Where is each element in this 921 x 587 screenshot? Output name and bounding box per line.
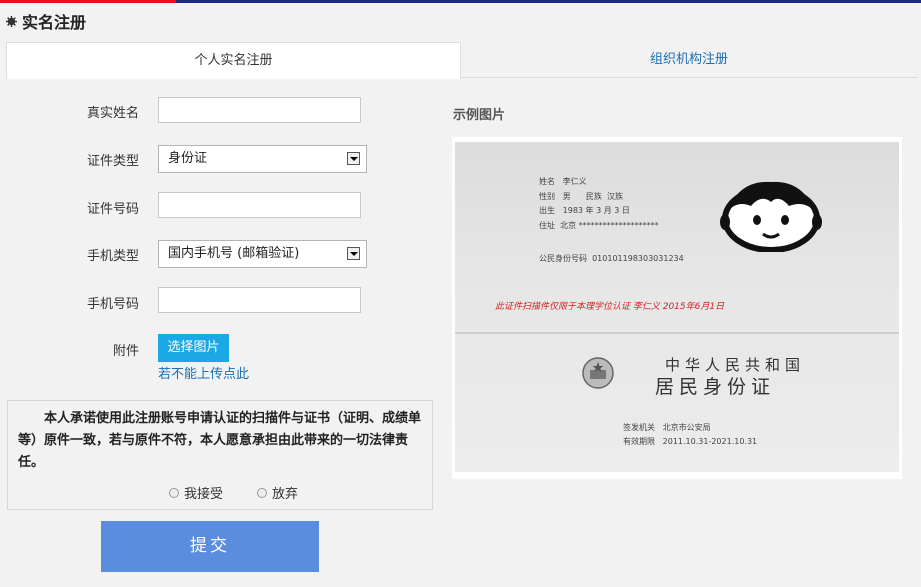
- card-birth-label: 出生: [539, 206, 555, 215]
- registration-tabs: 个人实名注册 组织机构注册: [6, 42, 918, 79]
- phone-type-selected-value: 国内手机号 (邮箱验证): [168, 246, 300, 261]
- id-number-input[interactable]: [158, 192, 361, 218]
- card-id-value: 010101198303031234: [592, 254, 684, 263]
- card-id-label: 公民身份号码: [539, 254, 587, 263]
- card-address-label: 住址: [539, 221, 555, 230]
- card-issuer-label: 签发机关: [623, 423, 655, 432]
- card-validity-label: 有效期限: [623, 437, 655, 446]
- tab-organization-registration[interactable]: 组织机构注册: [461, 42, 917, 77]
- sample-image-label: 示例图片: [453, 108, 506, 123]
- phone-type-select[interactable]: 国内手机号 (邮箱验证): [158, 240, 367, 268]
- id-type-label: 证件类型: [86, 154, 139, 169]
- top-bar: [0, 0, 921, 3]
- attachment-label: 附件: [112, 344, 139, 359]
- card-birth-value: 1983 年 3 月 3 日: [562, 206, 630, 215]
- decline-label[interactable]: 放弃: [272, 483, 298, 502]
- card-sex-label: 性别: [539, 192, 555, 201]
- top-bar-accent: [0, 0, 176, 3]
- id-type-selected-value: 身份证: [168, 151, 208, 166]
- card-name-value: 李仁义: [562, 177, 587, 186]
- phone-type-label: 手机类型: [86, 249, 139, 264]
- portrait-face-icon: [720, 181, 822, 252]
- decline-radio[interactable]: [257, 487, 267, 498]
- real-name-input[interactable]: [158, 97, 361, 123]
- submit-button[interactable]: 提交: [101, 521, 319, 572]
- card-address-value: 北京 ********************: [560, 221, 659, 230]
- card-ethnicity-label: 民族: [585, 192, 602, 201]
- upload-help-link[interactable]: 若不能上传点此: [158, 363, 249, 382]
- id-type-select[interactable]: 身份证: [158, 145, 367, 173]
- card-title: 居民身份证: [655, 376, 776, 398]
- sample-id-card-image: 姓名 李仁义 性别 男 民族 汉族 出生 1983 年 3 月 3 日 住址 北…: [455, 142, 899, 472]
- gear-bullet-icon: [6, 15, 17, 27]
- dropdown-arrow-icon[interactable]: [347, 152, 360, 165]
- card-name-label: 姓名: [539, 177, 555, 186]
- card-fold-line: [455, 332, 899, 334]
- accept-option[interactable]: 我接受: [169, 483, 223, 502]
- card-watermark: 此证件扫描件仅限于本理学位认证 李仁义 2015年6月1日: [495, 302, 725, 312]
- card-validity-value: 2011.10.31-2021.10.31: [662, 437, 758, 446]
- decline-option[interactable]: 放弃: [257, 483, 298, 502]
- card-issuer-value: 北京市公安局: [662, 423, 711, 432]
- page-title: 实名注册: [6, 9, 86, 33]
- phone-number-input[interactable]: [158, 287, 361, 313]
- id-number-label: 证件号码: [86, 202, 139, 217]
- dropdown-arrow-icon[interactable]: [347, 247, 360, 260]
- real-name-label: 真实姓名: [86, 106, 139, 121]
- tab-personal-registration[interactable]: 个人实名注册: [6, 42, 461, 79]
- card-sex-value: 男: [562, 192, 571, 201]
- sample-image-frame: 姓名 李仁义 性别 男 民族 汉族 出生 1983 年 3 月 3 日 住址 北…: [452, 137, 902, 479]
- select-image-button[interactable]: 选择图片: [158, 334, 229, 362]
- card-ethnicity-value: 汉族: [607, 192, 623, 201]
- agreement-text: 本人承诺使用此注册账号申请认证的扫描件与证书（证明、成绩单等）原件一致，若与原件…: [18, 411, 422, 470]
- page-title-text: 实名注册: [22, 13, 87, 32]
- accept-label[interactable]: 我接受: [184, 483, 223, 502]
- accept-radio[interactable]: [169, 487, 179, 498]
- phone-number-label: 手机号码: [86, 297, 139, 312]
- national-emblem-icon: [582, 357, 614, 389]
